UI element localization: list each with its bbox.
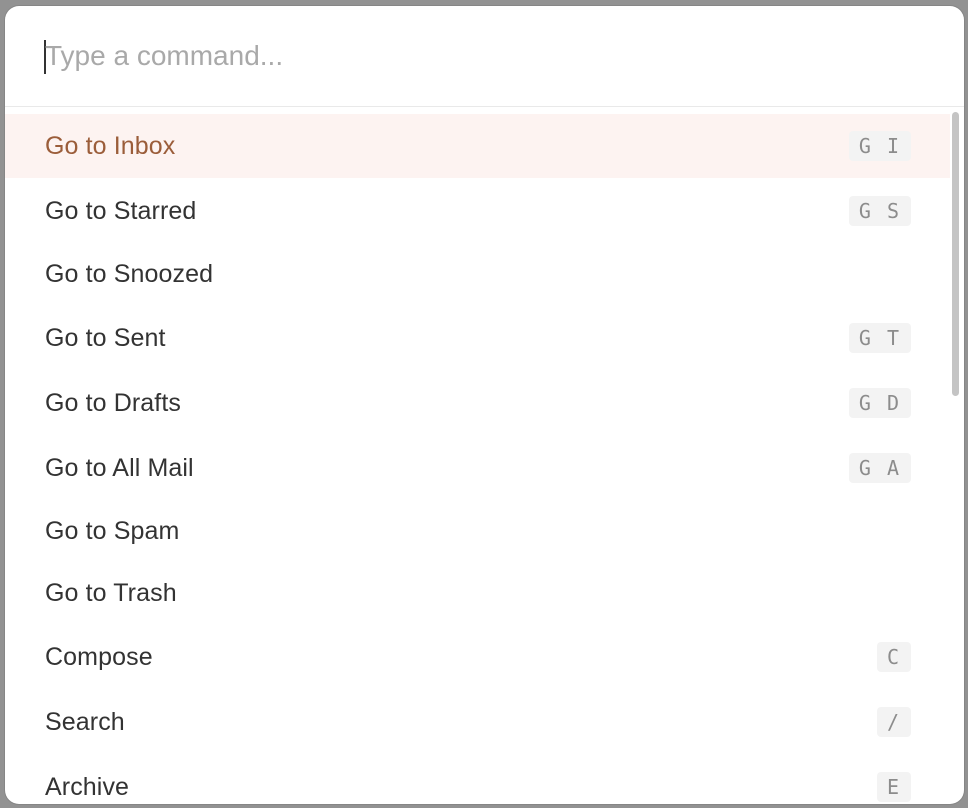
command-search-row — [5, 6, 964, 107]
shortcut-key: S — [886, 199, 901, 223]
command-item-go-to-trash[interactable]: Go to Trash — [5, 561, 950, 625]
command-label: Go to Inbox — [45, 131, 176, 160]
shortcut-key: E — [886, 775, 901, 799]
shortcut-key: C — [886, 645, 901, 669]
command-label: Go to Snoozed — [45, 259, 214, 288]
command-search-input[interactable] — [45, 34, 905, 78]
shortcut-badge: GA — [848, 453, 911, 483]
shortcut-badge: GD — [848, 388, 911, 418]
shortcut-key: G — [858, 456, 873, 480]
shortcut-badge: GI — [848, 131, 911, 161]
command-item-archive[interactable]: Archive E — [5, 755, 950, 804]
shortcut-key: I — [886, 134, 901, 158]
command-label: Go to Drafts — [45, 388, 181, 417]
command-label: Search — [45, 707, 125, 736]
shortcut-key: G — [858, 134, 873, 158]
command-item-go-to-starred[interactable]: Go to Starred GS — [5, 179, 950, 243]
command-label: Go to Starred — [45, 196, 197, 225]
shortcut-badge: GT — [848, 323, 911, 353]
shortcut-key: A — [886, 456, 901, 480]
scrollbar-thumb[interactable] — [952, 112, 959, 396]
command-label: Archive — [45, 772, 130, 801]
shortcut-key: / — [886, 710, 901, 734]
shortcut-key: G — [858, 391, 873, 415]
shortcut-badge: GS — [848, 196, 911, 226]
shortcut-key: T — [886, 326, 901, 350]
command-label: Go to All Mail — [45, 453, 194, 482]
command-label: Go to Sent — [45, 323, 166, 352]
command-item-go-to-drafts[interactable]: Go to Drafts GD — [5, 371, 950, 435]
command-item-go-to-inbox[interactable]: Go to Inbox GI — [5, 114, 950, 178]
shortcut-key: D — [886, 391, 901, 415]
command-item-search[interactable]: Search / — [5, 690, 950, 754]
shortcut-badge: E — [876, 772, 911, 802]
command-item-go-to-all-mail[interactable]: Go to All Mail GA — [5, 436, 950, 500]
command-item-go-to-sent[interactable]: Go to Sent GT — [5, 306, 950, 370]
command-item-go-to-spam[interactable]: Go to Spam — [5, 499, 950, 563]
command-list: Go to Inbox GI Go to Starred GS Go to Sn… — [5, 114, 950, 804]
shortcut-key: G — [858, 326, 873, 350]
shortcut-badge: / — [876, 707, 911, 737]
command-item-go-to-snoozed[interactable]: Go to Snoozed — [5, 242, 950, 306]
command-palette: Go to Inbox GI Go to Starred GS Go to Sn… — [5, 6, 964, 804]
shortcut-key: G — [858, 199, 873, 223]
command-label: Compose — [45, 642, 153, 671]
command-item-compose[interactable]: Compose C — [5, 625, 950, 689]
command-list-scrollbar[interactable] — [950, 106, 962, 804]
shortcut-badge: C — [876, 642, 911, 672]
command-label: Go to Spam — [45, 516, 180, 545]
command-label: Go to Trash — [45, 578, 177, 607]
